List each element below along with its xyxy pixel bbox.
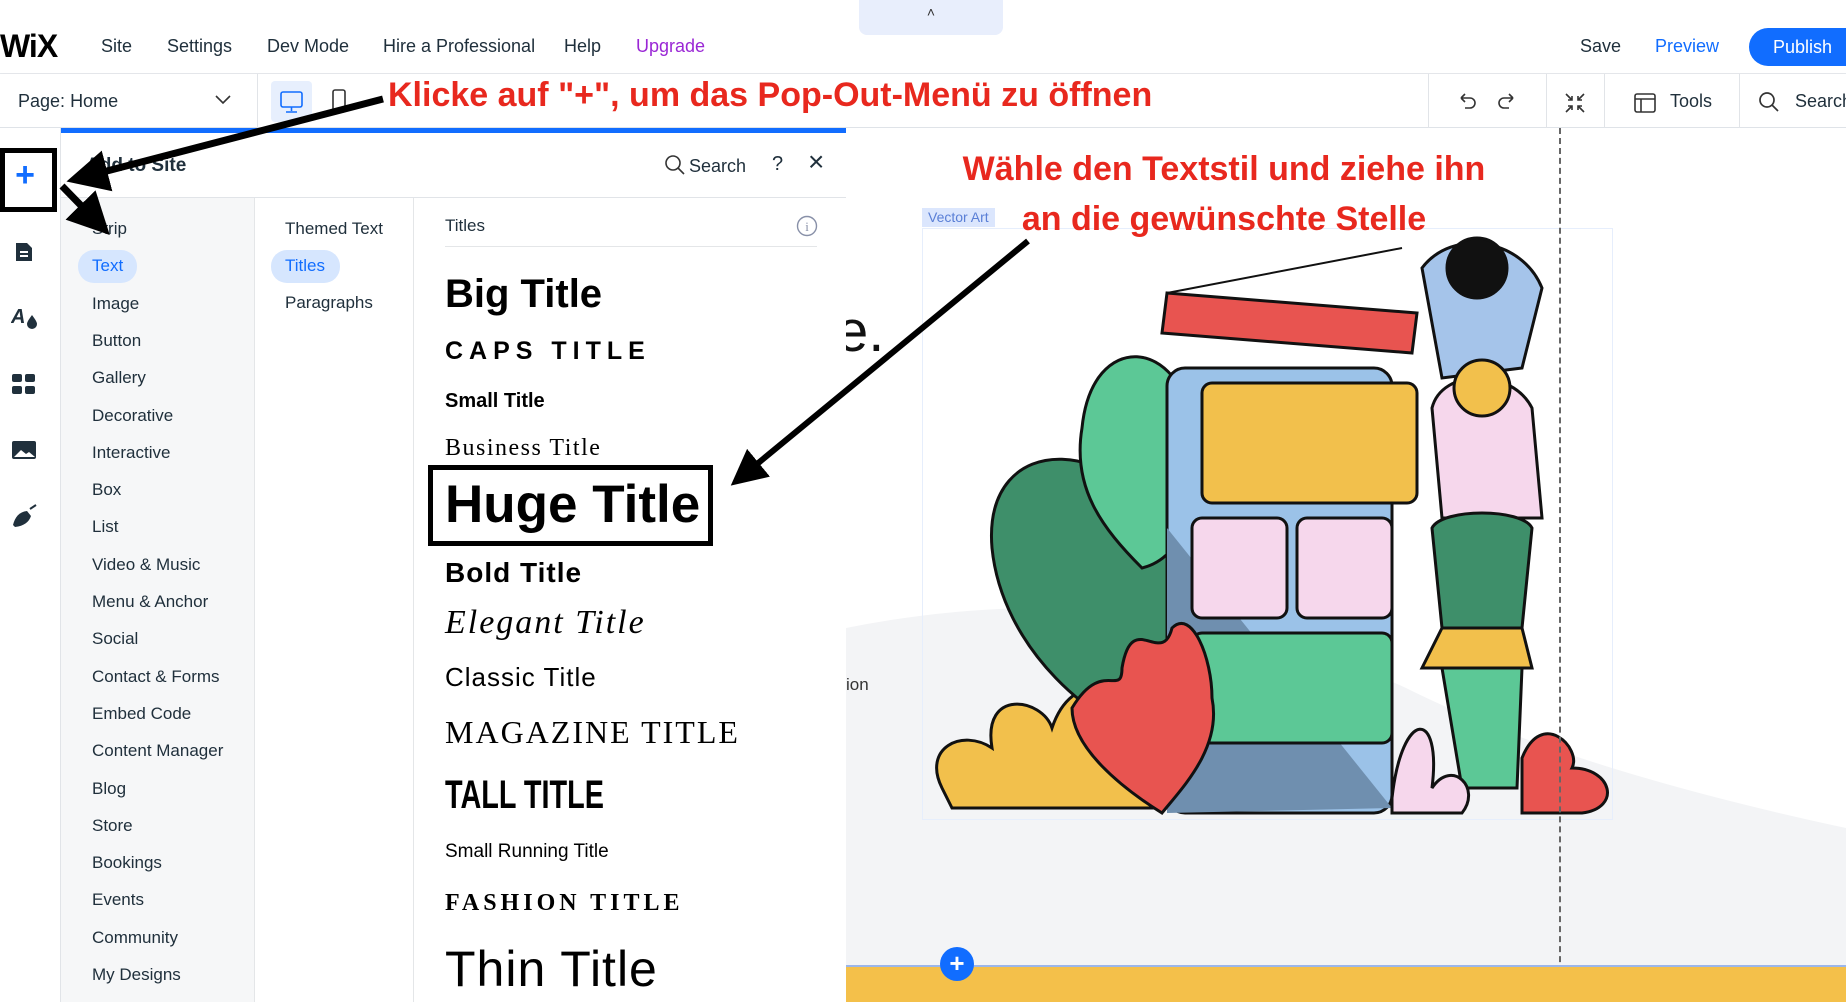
panel-search-button[interactable]: Search xyxy=(689,156,746,177)
desktop-icon xyxy=(280,91,303,113)
section-title: Titles xyxy=(445,216,485,235)
menu-hire-professional[interactable]: Hire a Professional xyxy=(383,36,535,57)
category-community[interactable]: Community xyxy=(92,928,178,948)
redo-icon[interactable] xyxy=(1495,90,1519,114)
desktop-view-button[interactable] xyxy=(271,81,312,122)
menu-site[interactable]: Site xyxy=(101,36,132,57)
category-social[interactable]: Social xyxy=(92,629,138,649)
divider xyxy=(257,74,258,128)
divider xyxy=(1739,74,1740,128)
info-icon[interactable]: i xyxy=(796,215,818,237)
category-strip[interactable]: Strip xyxy=(92,219,127,239)
category-my-designs[interactable]: My Designs xyxy=(92,965,181,985)
divider xyxy=(1428,74,1429,128)
media-icon[interactable] xyxy=(11,439,37,461)
tools-button[interactable]: Tools xyxy=(1670,91,1712,112)
subcategory-themed-text[interactable]: Themed Text xyxy=(285,219,383,239)
category-image[interactable]: Image xyxy=(92,294,139,314)
category-video-music[interactable]: Video & Music xyxy=(92,555,200,575)
svg-text:i: i xyxy=(805,219,809,234)
category-text[interactable]: Text xyxy=(92,256,123,276)
category-store[interactable]: Store xyxy=(92,816,133,836)
category-menu-anchor[interactable]: Menu & Anchor xyxy=(92,592,208,612)
subcategory-list xyxy=(255,198,414,1002)
design-icon[interactable]: A xyxy=(11,305,39,329)
save-button[interactable]: Save xyxy=(1580,36,1621,57)
category-embed-code[interactable]: Embed Code xyxy=(92,704,191,724)
close-panel-button[interactable]: × xyxy=(808,148,824,176)
title-style-bold[interactable]: Bold Title xyxy=(445,559,582,587)
publish-button[interactable]: Publish xyxy=(1749,28,1846,66)
panel-title: Add to Site xyxy=(86,155,187,176)
divider xyxy=(1604,74,1605,128)
title-style-business[interactable]: Business Title xyxy=(445,436,601,460)
title-style-big[interactable]: Big Title xyxy=(445,274,602,314)
title-style-classic[interactable]: Classic Title xyxy=(445,664,597,690)
category-blog[interactable]: Blog xyxy=(92,779,126,799)
pen-icon[interactable] xyxy=(11,503,39,529)
category-interactive[interactable]: Interactive xyxy=(92,443,170,463)
apps-icon[interactable] xyxy=(11,372,37,396)
title-style-small-running[interactable]: Small Running Title xyxy=(445,842,609,861)
category-bookings[interactable]: Bookings xyxy=(92,853,162,873)
menu-help[interactable]: Help xyxy=(564,36,601,57)
undo-icon[interactable] xyxy=(1455,90,1479,114)
title-style-caps[interactable]: CAPS TITLE xyxy=(445,339,651,364)
menu-dev-mode[interactable]: Dev Mode xyxy=(267,36,349,57)
page-label: Page: xyxy=(18,91,66,111)
zoom-out-icon[interactable] xyxy=(1563,91,1587,115)
category-content-manager[interactable]: Content Manager xyxy=(92,741,223,761)
category-button[interactable]: Button xyxy=(92,331,141,351)
mobile-icon[interactable] xyxy=(330,88,348,116)
help-button[interactable]: ? xyxy=(772,153,783,176)
divider xyxy=(1546,74,1547,128)
annotation-highlight-box xyxy=(428,465,713,546)
category-gallery[interactable]: Gallery xyxy=(92,368,146,388)
collapse-handle[interactable]: ˄ xyxy=(859,0,1003,35)
preview-button[interactable]: Preview xyxy=(1655,36,1719,57)
title-style-thin[interactable]: Thin Title xyxy=(445,944,658,994)
divider xyxy=(445,246,817,247)
page-value: Home xyxy=(70,91,119,111)
menu-upgrade[interactable]: Upgrade xyxy=(636,36,705,57)
grid-guide-line xyxy=(1559,128,1561,1002)
title-style-small[interactable]: Small Title xyxy=(445,391,545,411)
add-section-button[interactable]: + xyxy=(940,947,974,981)
title-style-tall[interactable]: TALL TITLE xyxy=(445,775,604,815)
subcategory-titles[interactable]: Titles xyxy=(285,256,325,276)
search-icon[interactable] xyxy=(1758,91,1780,113)
vector-art-illustration[interactable] xyxy=(922,228,1622,828)
page-selector[interactable]: Page: Home xyxy=(18,91,118,112)
footer-strip[interactable] xyxy=(846,965,1846,1002)
category-list[interactable]: List xyxy=(92,517,118,537)
title-style-fashion[interactable]: FASHION TITLE xyxy=(445,891,684,915)
annotation-step2-line2: an die gewünschte Stelle xyxy=(1021,200,1427,238)
search-button[interactable]: Search xyxy=(1795,91,1846,112)
subcategory-paragraphs[interactable]: Paragraphs xyxy=(285,293,373,313)
annotation-step2-line1: Wähle den Textstil und ziehe ihn xyxy=(962,150,1486,188)
partial-heading-text[interactable]: e. xyxy=(846,298,884,365)
category-decorative[interactable]: Decorative xyxy=(92,406,173,426)
annotation-step1: Klicke auf "+", um das Pop-Out-Menü zu ö… xyxy=(388,76,1153,114)
category-box[interactable]: Box xyxy=(92,480,121,500)
annotation-highlight-box xyxy=(0,148,57,212)
search-icon[interactable] xyxy=(664,154,686,176)
chevron-down-icon[interactable] xyxy=(215,95,231,105)
tools-icon[interactable] xyxy=(1633,92,1657,114)
partial-body-text[interactable]: ion xyxy=(846,675,869,695)
category-events[interactable]: Events xyxy=(92,890,144,910)
title-style-magazine[interactable]: MAGAZINE TITLE xyxy=(445,716,740,748)
menu-settings[interactable]: Settings xyxy=(167,36,232,57)
category-contact-forms[interactable]: Contact & Forms xyxy=(92,667,220,687)
pages-icon[interactable] xyxy=(12,240,36,264)
editor-canvas[interactable]: e. ion Vector Art + xyxy=(846,128,1846,1002)
title-style-elegant[interactable]: Elegant Title xyxy=(445,606,646,640)
wix-logo[interactable]: WiX xyxy=(0,28,58,65)
svg-text:A: A xyxy=(11,306,25,328)
